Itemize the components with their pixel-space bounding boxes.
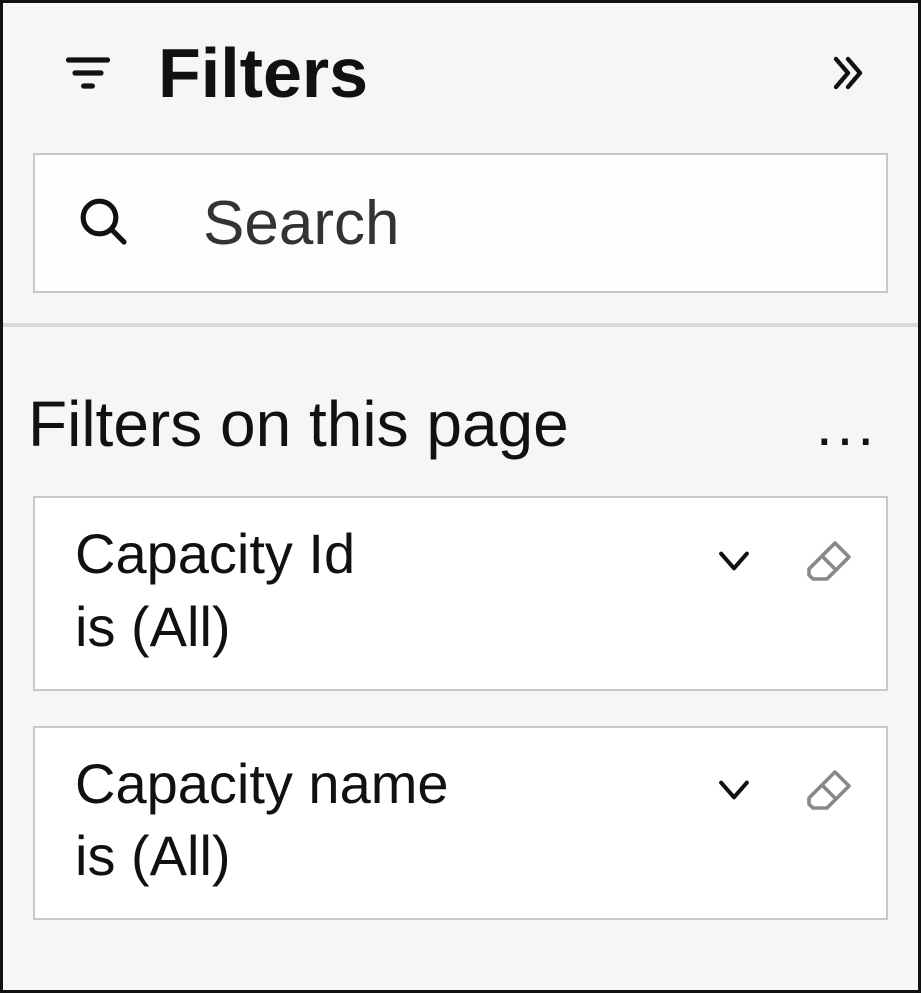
more-options-button[interactable]: ... <box>816 390 888 459</box>
collapse-pane-button[interactable] <box>818 43 878 103</box>
clear-filter-button[interactable] <box>801 763 856 818</box>
page-filters-section: Filters on this page ... Capacity Id is … <box>3 327 918 920</box>
section-header: Filters on this page ... <box>33 387 888 461</box>
search-container <box>3 123 918 323</box>
filter-status: is (All) <box>75 591 706 664</box>
section-title: Filters on this page <box>28 387 816 461</box>
filter-card-capacity-name[interactable]: Capacity name is (All) <box>33 726 888 921</box>
filters-pane: Filters Filters on this page ... <box>0 0 921 993</box>
filter-status: is (All) <box>75 820 706 893</box>
pane-header: Filters <box>3 3 918 123</box>
filter-card-actions <box>706 748 856 818</box>
filter-field-name: Capacity Id <box>75 518 706 591</box>
pane-title: Filters <box>158 33 818 113</box>
clear-filter-button[interactable] <box>801 533 856 588</box>
expand-filter-button[interactable] <box>706 763 761 818</box>
filter-field-name: Capacity name <box>75 748 706 821</box>
filter-card-capacity-id[interactable]: Capacity Id is (All) <box>33 496 888 691</box>
search-box[interactable] <box>33 153 888 293</box>
filter-card-text: Capacity name is (All) <box>75 748 706 894</box>
filter-card-actions <box>706 518 856 588</box>
search-icon <box>75 193 131 253</box>
expand-filter-button[interactable] <box>706 533 761 588</box>
filter-card-text: Capacity Id is (All) <box>75 518 706 664</box>
search-input[interactable] <box>201 187 921 260</box>
filter-icon <box>58 43 118 103</box>
